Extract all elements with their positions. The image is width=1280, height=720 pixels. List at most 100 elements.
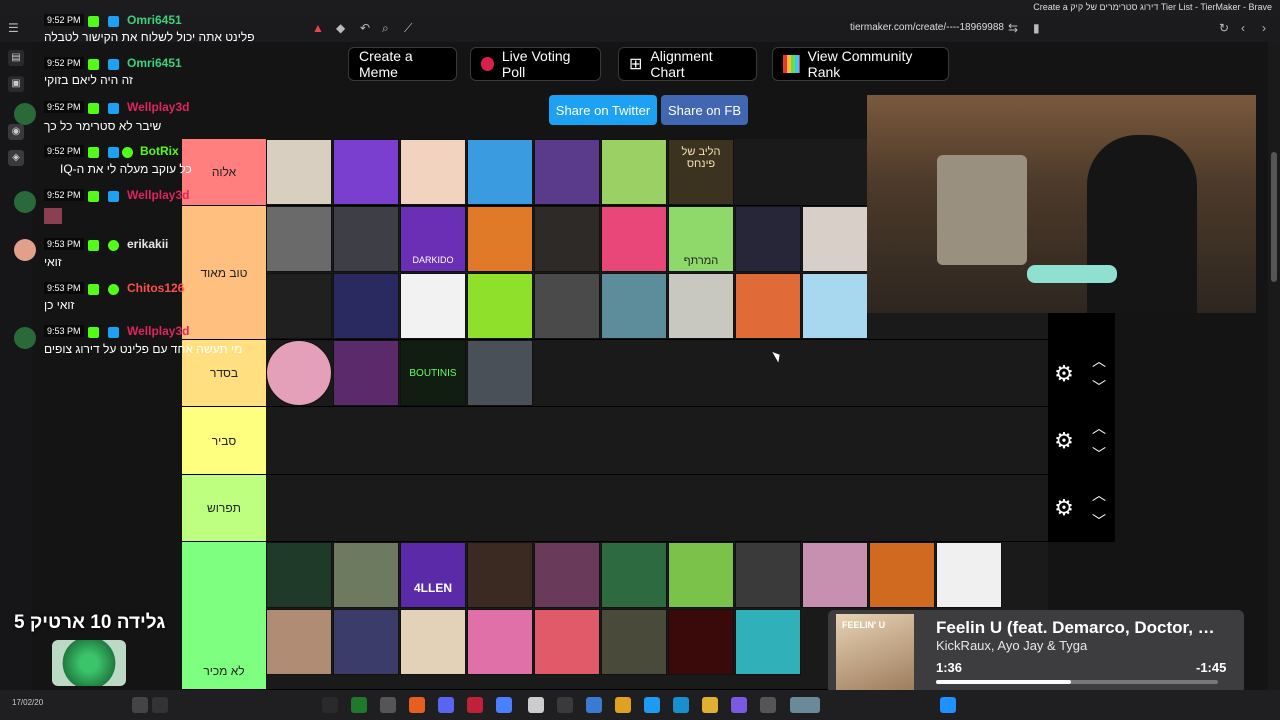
tier-item[interactable] [534,206,600,272]
tier-item[interactable] [534,139,600,205]
tier-item[interactable] [400,273,466,339]
tier-item[interactable] [266,273,332,339]
brave-rewards-icon[interactable]: ◆ [336,21,345,35]
community-rank-button[interactable]: View Community Rank [772,47,949,81]
taskbar-app-icon[interactable] [351,697,367,713]
tier-item[interactable] [601,139,667,205]
taskbar-app-icon[interactable] [496,697,512,713]
tier-item[interactable] [266,340,332,406]
tier-item[interactable] [467,206,533,272]
brave-taskbar-icon[interactable] [409,697,425,713]
create-meme-button[interactable]: Create a Meme [348,47,457,81]
discord-taskbar-icon[interactable] [438,697,454,713]
gear-icon[interactable]: ⚙ [1053,363,1075,385]
tier-item[interactable] [266,139,332,205]
chat-username[interactable]: Omri6451 [127,13,182,27]
tier-item[interactable] [735,273,801,339]
tier-item[interactable] [869,542,935,608]
tier-label[interactable]: תפרוש [182,475,266,541]
taskbar-app-icon[interactable] [644,697,660,713]
reload-icon[interactable]: ↻ [1219,21,1229,35]
tier-item[interactable] [400,139,466,205]
gear-icon[interactable]: ⚙ [1053,430,1075,452]
chevron-up-icon[interactable] [152,697,168,713]
brave-shield-icon[interactable]: ▲ [312,21,324,35]
search-icon[interactable]: ⌕ [382,21,389,36]
media-player-widget[interactable]: FEELIN' U Feelin U (feat. Demarco, Docto… [828,610,1244,694]
undo-icon[interactable]: ↶ [360,21,370,35]
forward-icon[interactable]: › [1262,21,1266,35]
chat-username[interactable]: BotRix [140,144,179,158]
tier-item[interactable] [601,609,667,675]
chevron-up-icon[interactable]: ︿ [1092,488,1106,502]
chat-username[interactable]: Omri6451 [127,56,182,70]
tier-item[interactable] [333,273,399,339]
folder-taskbar-icon[interactable] [702,697,718,713]
tier-item[interactable] [735,609,801,675]
tune-icon[interactable]: ⇆ [1008,21,1018,35]
tier-item[interactable] [668,273,734,339]
tier-item[interactable] [601,273,667,339]
taskbar-app-icon[interactable] [586,697,602,713]
share-fb-button[interactable]: Share on FB [661,95,748,125]
chat-username[interactable]: Wellplay3d [127,100,189,114]
tier-item[interactable] [735,542,801,608]
taskbar-app-icon[interactable] [380,697,396,713]
tier-item[interactable] [802,273,868,339]
tier-item[interactable] [936,542,1002,608]
tier-item[interactable] [534,542,600,608]
tier-item[interactable] [467,609,533,675]
chevron-up-icon[interactable]: ︿ [1092,354,1106,368]
taskbar-app-icon[interactable] [322,697,338,713]
tier-item[interactable] [802,206,868,272]
tier-item[interactable] [467,273,533,339]
tier-item[interactable] [333,609,399,675]
tier-item[interactable] [333,340,399,406]
tier-item[interactable] [735,206,801,272]
tier-item[interactable] [802,542,868,608]
progress-bar[interactable] [936,680,1218,684]
tier-item[interactable]: 4LLEN [400,542,466,608]
tier-item[interactable] [333,206,399,272]
taskbar-app-icon[interactable] [528,697,544,713]
tier-item[interactable] [266,206,332,272]
tier-label[interactable]: לא מכיר [182,542,266,689]
address-bar-url[interactable]: tiermaker.com/create/----18969988 [850,22,1004,33]
tier-item[interactable] [534,273,600,339]
tier-item[interactable] [266,609,332,675]
scrollbar-thumb[interactable] [1271,152,1277,282]
windows-start-icon[interactable] [940,697,956,713]
tier-item[interactable]: BOUTINIS [400,340,466,406]
chat-username[interactable]: Chitos126 [127,281,184,295]
tier-item[interactable] [467,542,533,608]
tier-item[interactable] [266,542,332,608]
edge-taskbar-icon[interactable] [673,697,689,713]
chevron-up-icon[interactable]: ︿ [1092,421,1106,435]
live-voting-poll-button[interactable]: Live Voting Poll [470,47,601,81]
tier-item[interactable] [534,609,600,675]
tier-item[interactable]: הליב של פינחס [668,139,734,205]
tier-item[interactable] [467,139,533,205]
back-icon[interactable]: ‹ [1241,21,1245,35]
gear-icon[interactable]: ⚙ [1053,497,1075,519]
chat-username[interactable]: Wellplay3d [127,188,189,202]
taskbar-app-icon[interactable] [790,697,820,713]
tier-item[interactable] [333,542,399,608]
alignment-chart-button[interactable]: ⊞ Alignment Chart [618,47,757,81]
chevron-down-icon[interactable]: ﹀ [1092,380,1106,394]
page-scrollbar[interactable] [1268,42,1280,690]
tier-item[interactable]: DARKIDO [400,206,466,272]
chat-username[interactable]: Wellplay3d [127,324,189,338]
taskbar-app-icon[interactable] [557,697,573,713]
tier-label[interactable]: סביר [182,407,266,474]
tier-item[interactable] [400,609,466,675]
chevron-down-icon[interactable]: ﹀ [1092,514,1106,528]
tier-item[interactable] [601,542,667,608]
chevron-down-icon[interactable]: ﹀ [1092,447,1106,461]
tier-item[interactable] [467,340,533,406]
tier-item[interactable] [601,206,667,272]
share-twitter-button[interactable]: Share on Twitter [549,95,657,125]
mic-icon[interactable] [132,697,148,713]
taskbar-app-icon[interactable] [731,697,747,713]
tier-item[interactable] [668,542,734,608]
